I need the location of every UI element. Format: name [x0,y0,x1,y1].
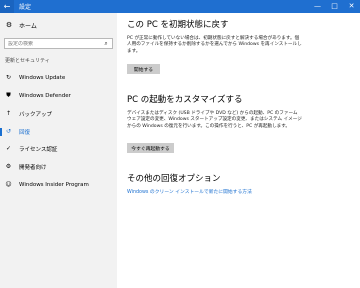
minimize-button[interactable]: — [309,0,326,13]
backup-arrow-icon: ↑ [5,110,12,117]
close-icon: ✕ [348,2,355,10]
refresh-icon: ↻ [5,74,12,81]
sidebar-item-label: Windows Update [19,75,66,81]
check-circle-icon: ✓ [5,145,12,152]
sidebar-item-label: ホーム [19,22,37,30]
title-bar: ← 設定 — □ ✕ [0,0,360,13]
more-recovery-options-heading: その他の回復オプション [127,174,221,184]
developer-tools-icon: ⚙ [5,163,12,170]
window-title: 設定 [19,4,32,11]
sidebar-item-backup[interactable]: ↑ バックアップ [0,108,117,120]
search-icon[interactable]: ⌕ [101,40,111,48]
window-controls: — □ ✕ [309,0,360,13]
sidebar: ⚙ ホーム ⌕ 更新とセキュリティ ↻ Windows Update ⛊ Win… [0,13,117,288]
reset-pc-heading: この PC を初期状態に戻す [127,20,229,30]
close-button[interactable]: ✕ [343,0,360,13]
gear-icon: ⚙ [5,21,13,29]
sidebar-item-label: バックアップ [19,112,53,118]
reset-start-button[interactable]: 開始する [127,64,160,74]
sidebar-item-home[interactable]: ⚙ ホーム [0,19,117,31]
restart-now-button[interactable]: 今すぐ再起動する [127,143,174,153]
search-box: ⌕ [4,38,113,49]
recovery-icon: ↺ [5,128,12,135]
advanced-startup-heading: PC の起動をカスタマイズする [127,95,243,105]
sidebar-item-windows-update[interactable]: ↻ Windows Update [0,72,117,84]
sidebar-item-insider-program[interactable]: ☺ Windows Insider Program [0,179,117,191]
sidebar-item-activation[interactable]: ✓ ライセンス認証 [0,143,117,155]
back-arrow-icon: ← [3,1,11,11]
shield-icon: ⛊ [6,92,11,99]
sidebar-item-label: Windows Insider Program [19,182,89,188]
search-input[interactable] [5,40,101,47]
section-heading: 更新とセキュリティ [5,58,50,64]
sidebar-item-label: 開発者向け [19,165,47,171]
back-button[interactable]: ← [0,0,14,13]
sidebar-item-for-developers[interactable]: ⚙ 開発者向け [0,161,117,173]
sidebar-item-windows-defender[interactable]: ⛊ Windows Defender [0,90,117,102]
reset-pc-description: PC が正常に動作していない場合は、初期状態に戻すと解決する場合があります。個人… [127,36,302,54]
insider-smiley-icon: ☺ [5,181,12,188]
maximize-icon: □ [331,2,338,10]
sidebar-item-label: Windows Defender [19,93,71,99]
clean-install-link[interactable]: Windows のクリーン インストールで新たに開始する方法 [127,188,252,195]
sidebar-item-label: ライセンス認証 [19,147,58,153]
main-content: この PC を初期状態に戻す PC が正常に動作していない場合は、初期状態に戻す… [117,13,360,288]
advanced-startup-description: デバイスまたはディスク (USB ドライブや DVD など) からの起動、PC … [127,111,302,129]
sidebar-item-recovery[interactable]: ↺ 回復 [0,126,117,138]
minimize-icon: — [314,2,321,10]
maximize-button[interactable]: □ [326,0,343,13]
sidebar-item-label: 回復 [19,130,31,136]
